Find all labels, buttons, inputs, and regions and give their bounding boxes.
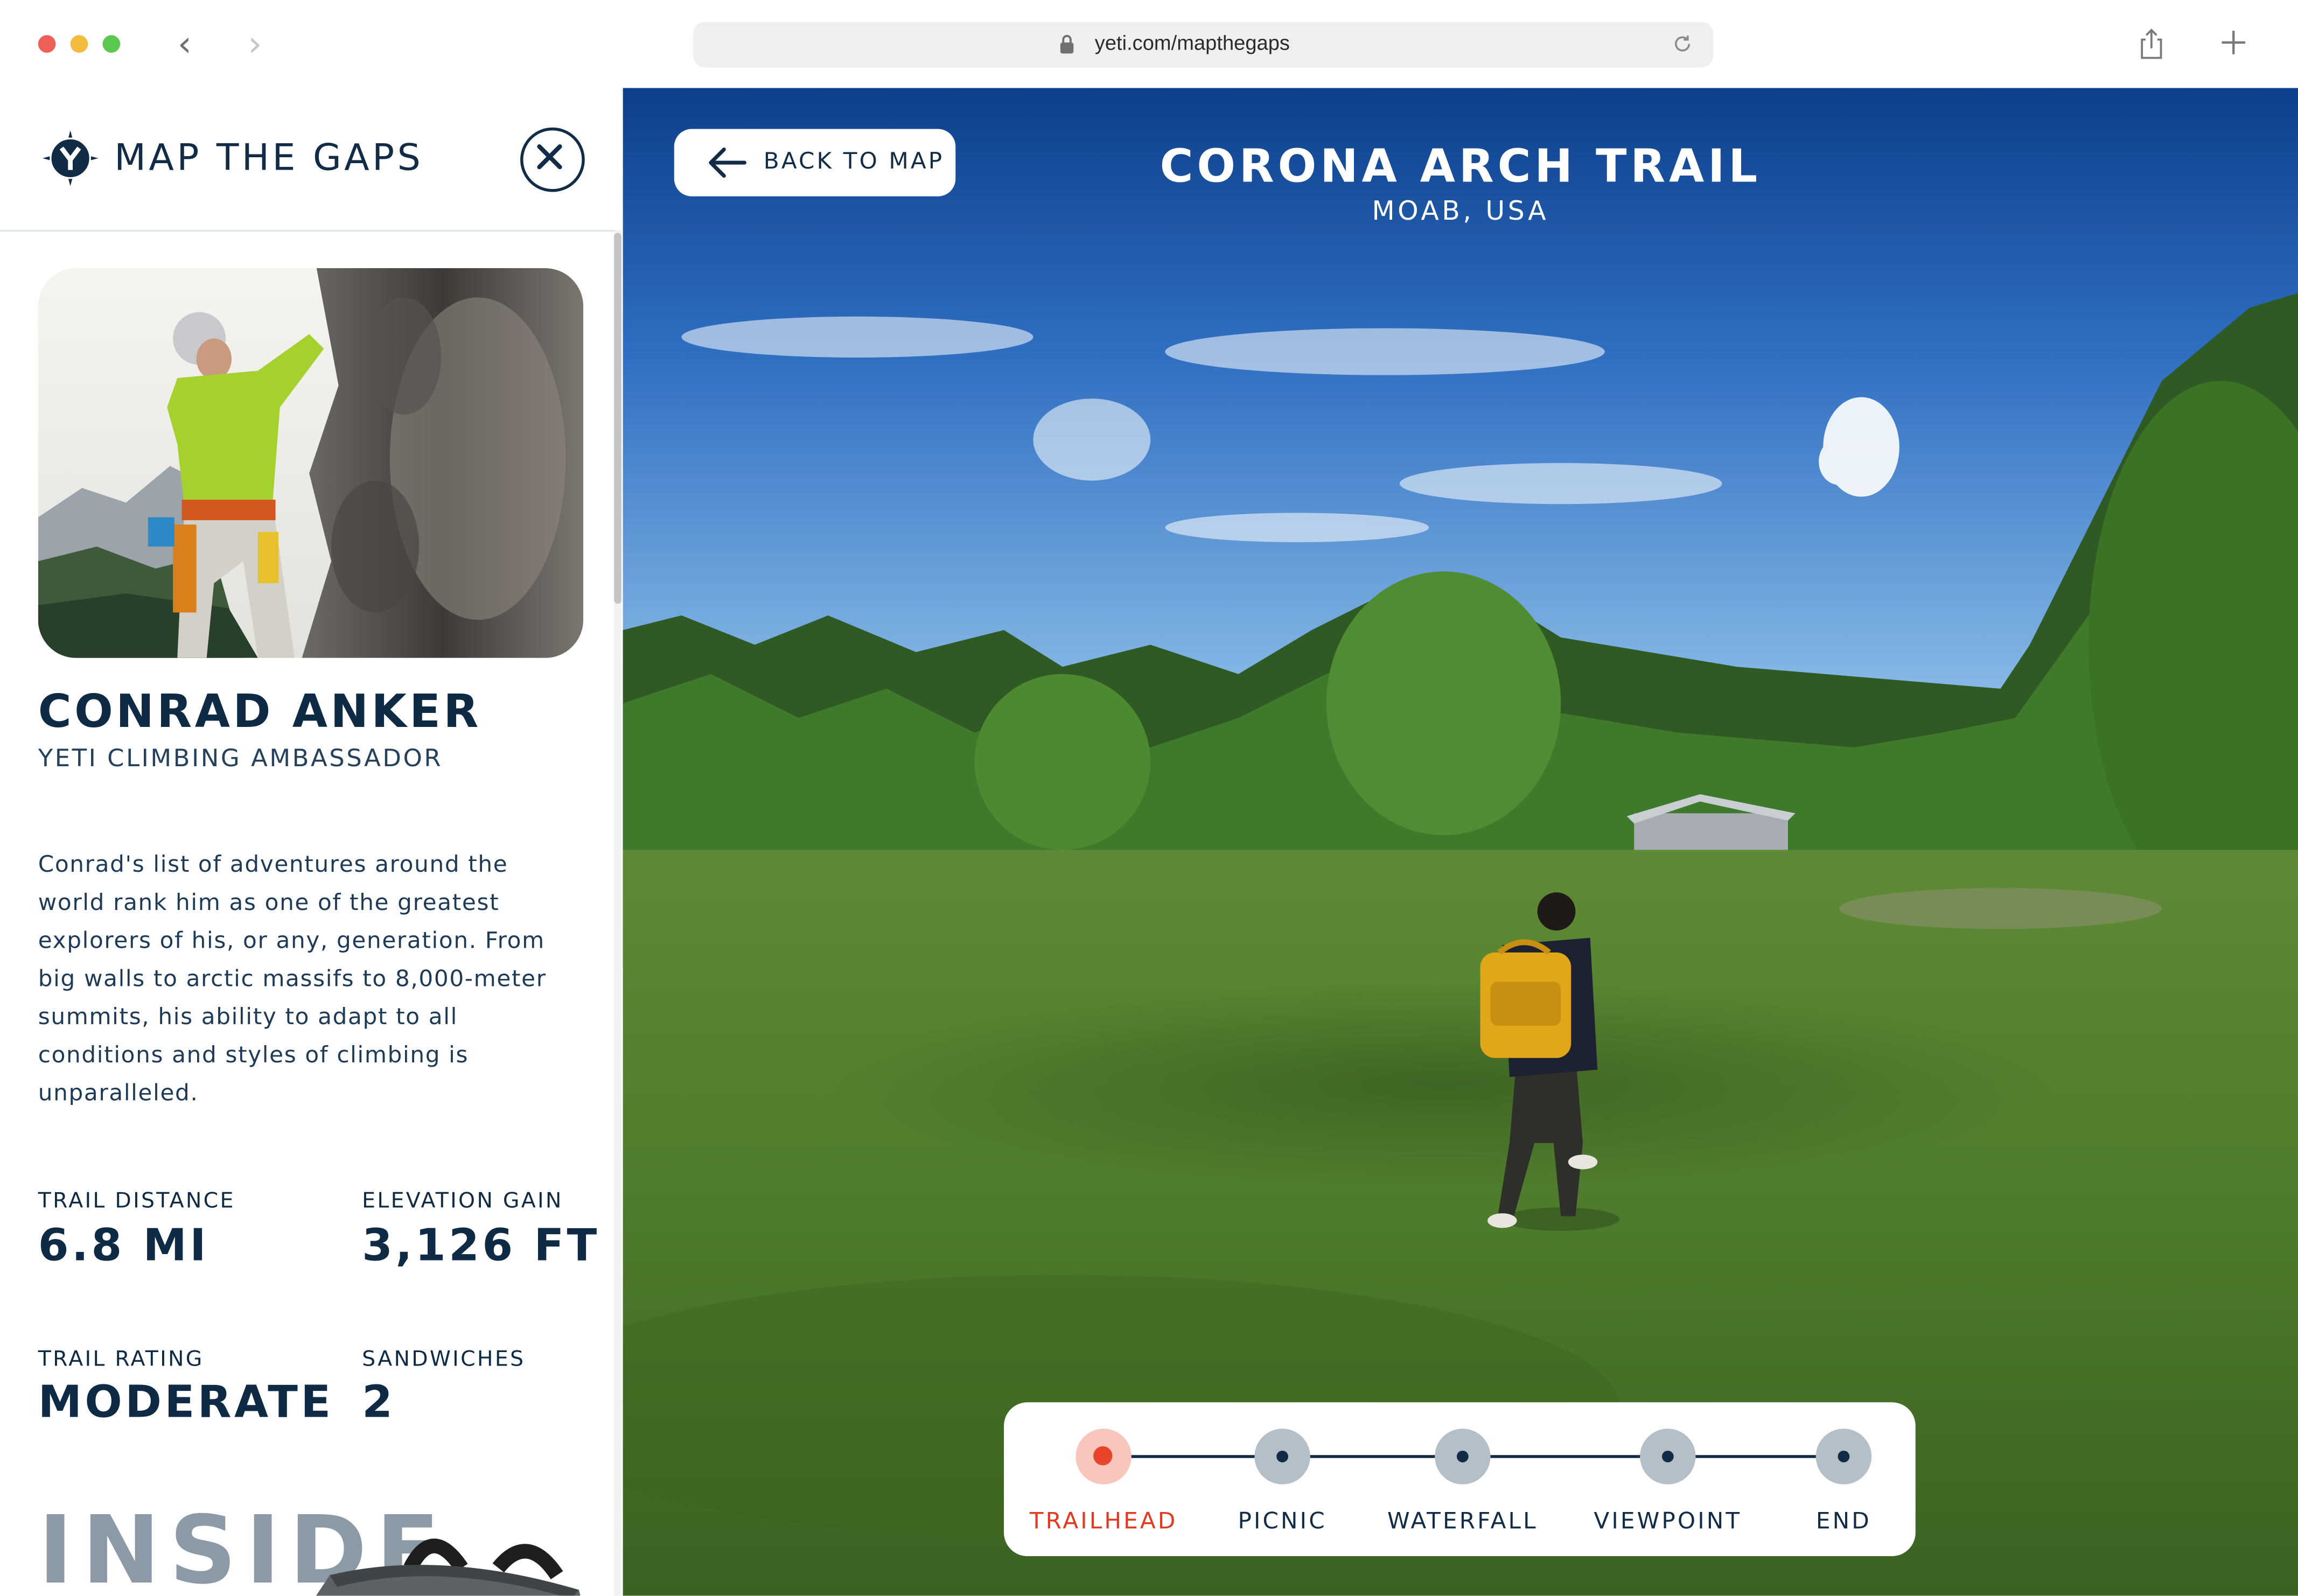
elevation-gain-label: ELEVATION GAIN [362,1189,563,1214]
trail-stops-navigator: TRAILHEAD PICNIC WATERFALL VIEWPOINT END [1004,1402,1916,1557]
stop-dot-active [1093,1446,1113,1466]
url-text: yeti.com/mapthegaps [1094,31,1290,54]
stop-dot [1276,1451,1289,1462]
trail-360-view[interactable]: BACK TO MAP CORONA ARCH TRAIL MOAB, USA … [623,88,2298,1596]
yeti-compass-logo-icon [42,130,99,186]
new-tab-plus-icon[interactable] [2217,26,2250,59]
back-chevron-icon[interactable]: ‹ [170,26,199,61]
ambassador-name: CONRAD ANKER [38,685,481,739]
browser-toolbar: ‹ › yeti.com/mapthegaps [0,0,2298,88]
trail-info-sidebar: MAP THE GAPS CONRAD ANKER YETI CLIMBING … [0,88,621,1596]
sandwiches-label: SANDWICHES [362,1348,526,1372]
brand-title: MAP THE GAPS [114,136,424,179]
stop-trailhead[interactable]: TRAILHEAD [1016,1402,1192,1556]
backpack-image [316,1538,581,1596]
sidebar-scrollbar-thumb[interactable] [614,233,621,604]
stop-viewpoint[interactable]: VIEWPOINT [1580,1402,1756,1556]
ambassador-role: YETI CLIMBING AMBASSADOR [38,744,443,773]
address-bar[interactable]: yeti.com/mapthegaps [693,22,1714,68]
trail-rating-value: MODERATE [38,1377,334,1429]
stop-dot [1456,1451,1469,1462]
close-button[interactable] [520,127,585,192]
stop-label-trailhead: TRAILHEAD [1029,1508,1178,1535]
stop-picnic[interactable]: PICNIC [1195,1402,1371,1556]
trail-distance-value: 6.8 MI [38,1220,209,1272]
trail-location: MOAB, USA [1372,196,1549,227]
sandwiches-value: 2 [362,1377,396,1429]
forward-chevron-icon[interactable]: › [240,26,269,61]
zoom-window-button[interactable] [102,35,121,53]
reload-icon[interactable] [1672,34,1693,54]
stop-label-viewpoint: VIEWPOINT [1594,1508,1742,1535]
stop-waterfall[interactable]: WATERFALL [1375,1402,1551,1556]
sidebar-header: MAP THE GAPS [0,88,621,232]
stop-end[interactable]: END [1756,1402,1932,1556]
trail-title: CORONA ARCH TRAIL [1160,141,1761,194]
stop-label-waterfall: WATERFALL [1387,1508,1538,1535]
trail-distance-label: TRAIL DISTANCE [38,1189,235,1214]
share-icon[interactable] [2138,28,2164,60]
close-icon [537,144,562,170]
close-window-button[interactable] [38,35,56,53]
trail-rating-label: TRAIL RATING [38,1348,204,1372]
stop-label-end: END [1815,1508,1871,1535]
ambassador-bio: Conrad's list of adventures around the w… [38,851,547,1107]
stop-dot [1838,1451,1850,1462]
lock-icon [1060,34,1074,54]
ambassador-photo [38,268,584,658]
stop-label-picnic: PICNIC [1238,1508,1327,1535]
minimize-window-button[interactable] [70,35,88,53]
elevation-gain-value: 3,126 FT [362,1220,600,1272]
stop-dot [1661,1451,1674,1462]
